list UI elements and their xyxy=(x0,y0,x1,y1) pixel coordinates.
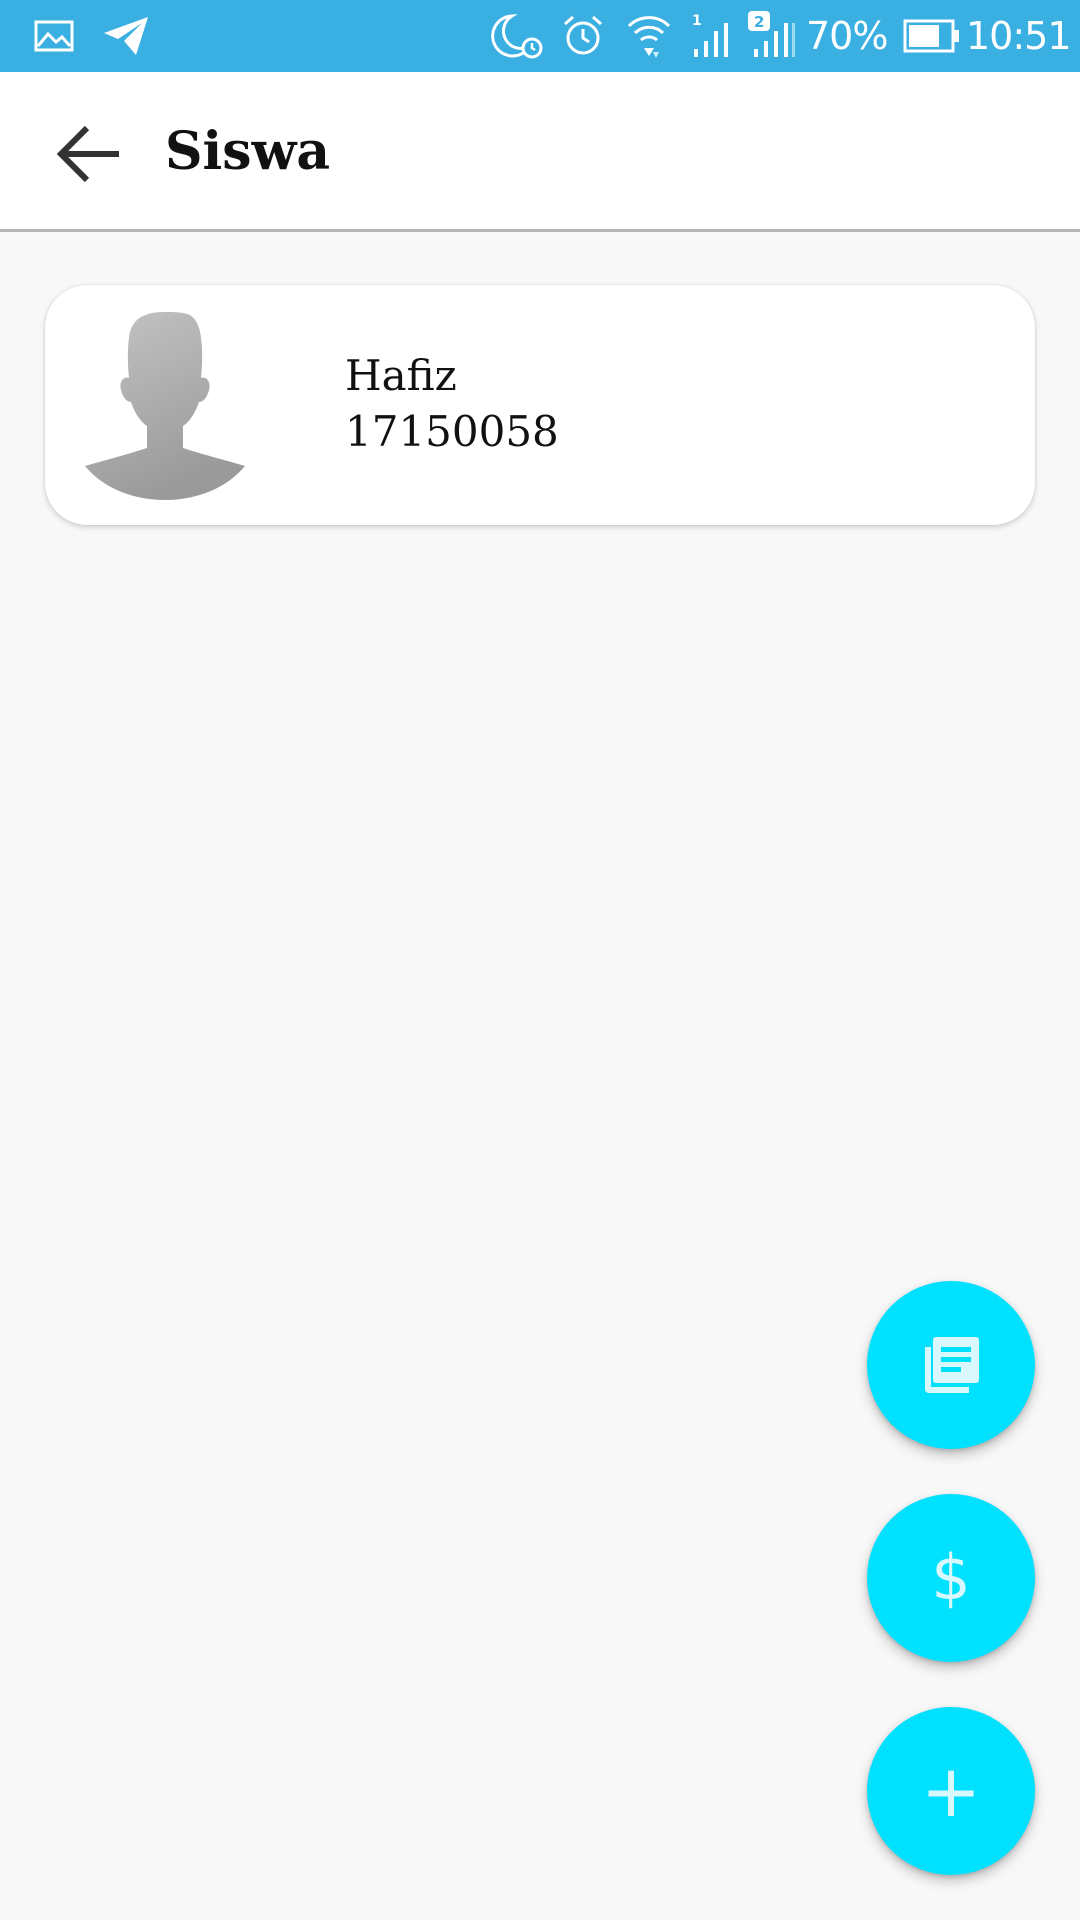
wifi-icon xyxy=(624,0,674,72)
svg-text:2: 2 xyxy=(754,13,764,31)
dollar-icon: $ xyxy=(931,1541,971,1614)
payment-button[interactable]: $ xyxy=(867,1494,1035,1662)
alarm-icon xyxy=(560,0,606,72)
app-bar: Siswa xyxy=(0,72,1080,232)
svg-text:1: 1 xyxy=(692,13,702,29)
do-not-disturb-icon xyxy=(490,0,546,72)
signal-icon: 2 xyxy=(748,0,800,72)
clock: 10:51 xyxy=(966,14,1072,58)
add-student-button[interactable]: + xyxy=(867,1707,1035,1875)
telegram-icon xyxy=(100,0,152,72)
back-button[interactable] xyxy=(44,108,136,200)
page-title: Siswa xyxy=(165,121,331,182)
signal-icon: 1 xyxy=(688,0,736,72)
status-bar: 1 2 70% 10:51 xyxy=(0,0,1080,72)
default-avatar-icon xyxy=(85,310,245,500)
battery-icon xyxy=(902,0,962,72)
arrow-left-icon xyxy=(56,125,119,183)
gallery-icon xyxy=(32,0,76,72)
battery-percent: 70% xyxy=(806,14,888,58)
report-button[interactable] xyxy=(867,1281,1035,1449)
report-icon xyxy=(925,1337,979,1393)
student-name: Hafiz xyxy=(345,351,457,400)
student-id: 17150058 xyxy=(345,407,559,456)
screen: 1 2 70% 10:51 Siswa Hafiz 17150058 $ + xyxy=(0,0,1080,1920)
student-card[interactable]: Hafiz 17150058 xyxy=(45,285,1035,525)
plus-icon: + xyxy=(920,1749,982,1833)
